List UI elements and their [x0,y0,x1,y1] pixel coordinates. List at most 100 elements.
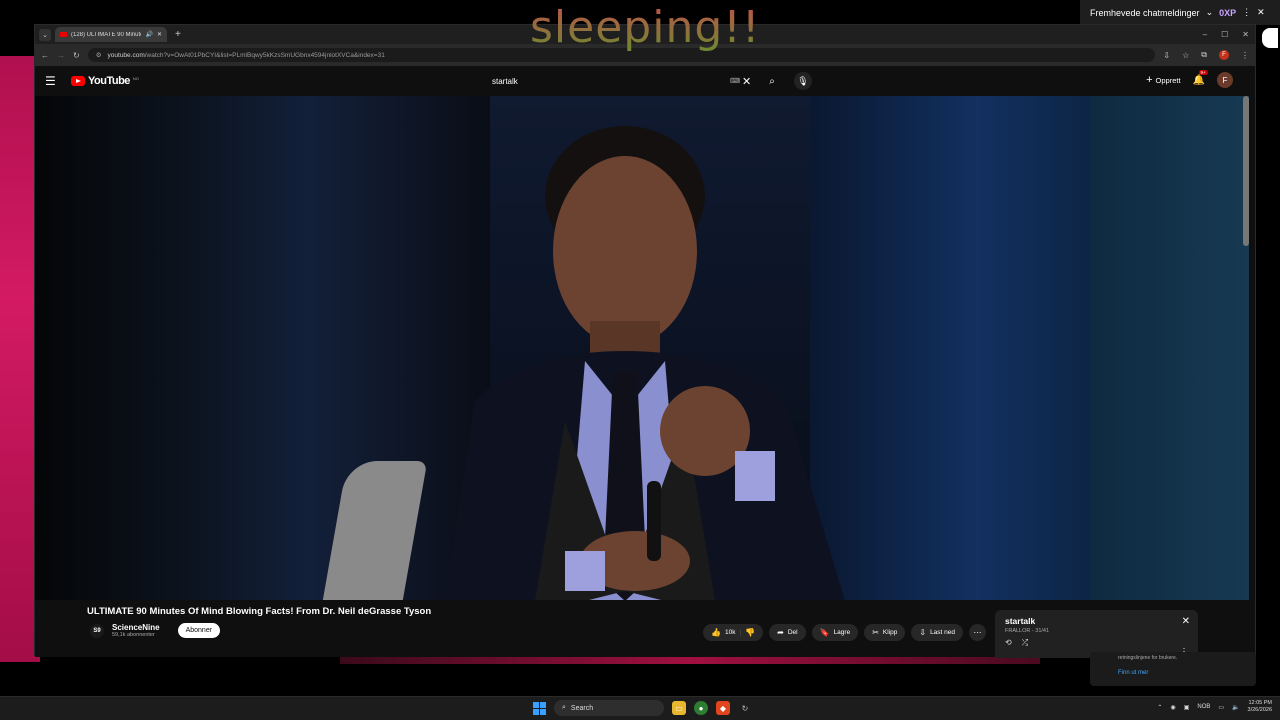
notification-count: 9+ [1198,69,1208,75]
download-icon: ⇩ [919,628,927,637]
subscribe-button[interactable]: Abonner [177,623,221,638]
share-label: Del [787,629,798,636]
install-icon[interactable]: ⇩ [1163,51,1170,60]
video-player[interactable] [35,96,1249,600]
country-code: NO [132,75,139,81]
video-title: ULTIMATE 90 Minutes Of Mind Blowing Fact… [87,606,432,617]
clock-time: 12:05 PM [1248,700,1272,706]
download-label: Last ned [930,629,955,636]
like-button[interactable]: 👍 10k | 👎 [703,624,764,641]
network-icon[interactable]: ▭ [1218,704,1224,711]
site-info-icon[interactable]: ⚙ [96,51,102,59]
like-count: 10k [724,629,736,636]
language-indicator[interactable]: NOB [1197,704,1210,710]
save-button[interactable]: 🔖 Lagre [811,624,859,641]
maximize-icon[interactable]: ☐ [1221,30,1228,39]
thumbs-down-icon[interactable]: 👎 [745,628,755,637]
video-backdrop-far [1090,96,1249,600]
forward-icon[interactable]: → [57,51,65,60]
tab-title: (128) ULTIMATE 90 Minute [71,31,142,38]
search-icon: ⌕ [562,704,566,711]
stream-overlay-text: sleeping!! [530,2,761,53]
taskbar-search[interactable]: ⌕ Search [554,700,664,716]
taskbar-apps: ⌕ Search ▭ ● ◆ ↻ [533,700,752,716]
notifications-bell-icon[interactable]: 🔔 9+ [1193,69,1208,86]
browser-menu-icon[interactable]: ⋮ [1241,51,1249,60]
video-actions: 👍 10k | 👎 ➦ Del 🔖 Lagre ✂ Klipp ⇩ Last ned ⋯ [703,624,986,641]
toolbar-icons: ⇩ ☆ ⧉ F ⋮ [1163,50,1249,60]
brave-icon[interactable]: ◆ [716,701,730,715]
tab-search-button[interactable]: ⌄ [39,28,51,41]
channel-name[interactable]: ScienceNine [112,623,160,632]
hamburger-menu-icon[interactable]: ☰ [45,74,65,88]
tray-app2-icon[interactable]: ▣ [1184,704,1190,711]
create-button[interactable]: + Opprett [1146,74,1180,86]
clock-date: 3/26/2026 [1247,707,1272,714]
app-icon[interactable]: ↻ [738,701,752,715]
youtube-favicon-icon [60,32,67,37]
account-avatar[interactable]: F [1217,72,1233,88]
file-explorer-icon[interactable]: ▭ [672,701,686,715]
close-icon[interactable]: ✕ [1257,7,1265,18]
minimize-icon[interactable]: – [1203,30,1207,39]
page-scrollbar[interactable] [1243,96,1249,246]
shuffle-icon[interactable]: ⤮ [1022,638,1028,648]
taskbar: ⌕ Search ▭ ● ◆ ↻ ⌃ ◉ ▣ NOB ▭ 🔈 12:05 PM … [0,696,1280,720]
youtube-play-icon [71,76,85,86]
search-bar: startalk ⌨ ✕ ⌕ 🎙 [482,71,812,91]
more-actions-icon[interactable]: ⋯ [969,624,986,641]
create-label: Opprett [1155,75,1181,85]
scissors-icon: ✂ [872,628,879,637]
header-actions: + Opprett 🔔 9+ F [1146,69,1233,88]
search-input[interactable]: startalk [482,71,754,91]
profile-icon[interactable]: F [1219,50,1229,60]
back-icon[interactable]: ← [41,51,49,60]
share-button[interactable]: ➦ Del [769,624,806,641]
keyboard-icon[interactable]: ⌨ [730,77,742,85]
save-label: Lagre [833,629,851,636]
search-icon[interactable]: ⌕ [756,71,788,91]
reload-icon[interactable]: ↻ [73,51,80,60]
extensions-icon[interactable]: ⧉ [1201,50,1207,60]
tab-youtube[interactable]: (128) ULTIMATE 90 Minute 🔊 ✕ [55,27,167,42]
microphone-icon[interactable]: 🎙 [794,72,812,90]
desktop: Fremhevede chatmeldinger ⌄ 0XP ⋮ ✕ ⌄ (12… [0,0,1280,720]
clip-label: Klipp [882,629,898,636]
playlist-close-icon[interactable]: ✕ [1182,616,1190,627]
chat-highlight-label: Fremhevede chatmeldinger [1090,7,1200,18]
loop-icon[interactable]: ⟲ [1005,638,1012,648]
volume-icon[interactable]: 🔈 [1232,704,1239,711]
side-avatar [1262,28,1278,48]
new-tab-button[interactable]: + [171,29,185,40]
windows-start-icon[interactable] [533,701,546,715]
xp-badge: 0XP [1219,7,1237,18]
bookmark-star-icon[interactable]: ☆ [1182,51,1189,60]
clear-search-icon[interactable]: ✕ [742,75,756,88]
window-close-icon[interactable]: ✕ [1242,30,1249,39]
notice-popup: retningslinjene for brukere. Finn ut mer [1090,652,1256,686]
taskbar-search-label: Search [570,704,594,712]
download-button[interactable]: ⇩ Last ned [911,624,963,641]
youtube-logo[interactable]: YouTube NO [71,75,139,87]
chevron-down-icon[interactable]: ⌄ [1206,7,1214,18]
speaker-icon[interactable]: 🔊 [145,31,152,38]
chrome-icon[interactable]: ● [694,701,708,715]
thumbs-up-icon: 👍 [711,628,721,637]
clip-button[interactable]: ✂ Klipp [864,624,906,641]
channel-avatar[interactable]: S9 [90,623,104,638]
learn-more-link[interactable]: Finn ut mer [1118,670,1228,676]
tray-app-icon[interactable]: ◉ [1170,704,1175,711]
tray-chevron-icon[interactable]: ⌃ [1157,704,1162,711]
url-domain: youtube.com [107,51,145,59]
more-vert-icon[interactable]: ⋮ [1242,7,1251,18]
notice-text: retningslinjene for brukere. [1118,655,1178,661]
playlist-progress: FRALLOR - 31/41 [1005,628,1050,634]
video-meta: ULTIMATE 90 Minutes Of Mind Blowing Fact… [35,600,1249,658]
tab-close-icon[interactable]: ✕ [157,31,162,38]
playlist-controls: ⟲ ⤮ [1005,638,1188,648]
browser-window: ⌄ (128) ULTIMATE 90 Minute 🔊 ✕ + – ☐ ✕ ←… [34,24,1256,658]
chat-highlight-bar[interactable]: Fremhevede chatmeldinger ⌄ 0XP ⋮ ✕ [1080,0,1280,25]
url-path: /watch?v=OwAt01PbCYI&list=PLmlBqwy5kKzsS… [144,51,385,59]
clock[interactable]: 12:05 PM 3/26/2026 [1248,700,1272,714]
playlist-title[interactable]: startalk [1005,616,1188,626]
